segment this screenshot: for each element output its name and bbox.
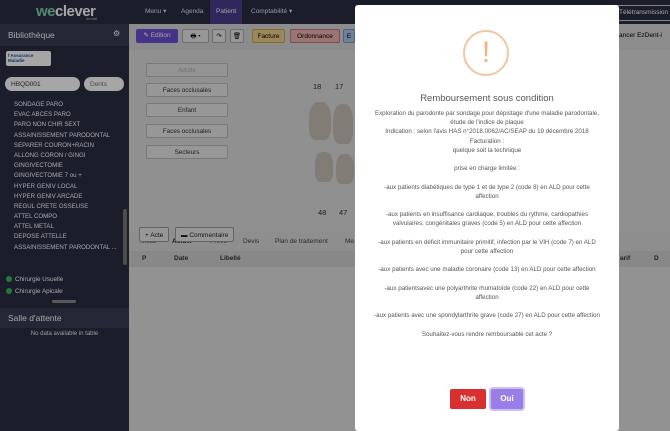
non-button[interactable]: Non bbox=[450, 389, 486, 409]
dialog-body: Exploration du parodonte par sondage pou… bbox=[373, 109, 601, 339]
dialog-line: quelque soit la technique bbox=[452, 146, 522, 154]
dialog-line: Indication : selon l'avis HAS n°2018.006… bbox=[385, 128, 589, 136]
warning-icon: ! bbox=[463, 30, 509, 76]
dialog-spacer bbox=[373, 229, 601, 238]
dialog-line: prise en charge limitée : bbox=[454, 165, 520, 173]
dialog-line: -aux patients diabétiques de type 1 et d… bbox=[384, 183, 590, 200]
dialog-spacer bbox=[373, 321, 601, 330]
dialog-spacer bbox=[373, 201, 601, 210]
dialog-spacer bbox=[373, 275, 601, 284]
dialog-spacer bbox=[373, 302, 601, 311]
dialog-line: -aux patients en insuffisance cardiaque,… bbox=[385, 211, 589, 228]
dialog-question: Souhaitez-vous rendre remboursable cet a… bbox=[421, 330, 553, 338]
reimbursement-dialog: ! Remboursement sous condition Explorati… bbox=[355, 5, 619, 431]
dialog-line: -aux patients en déficit immunitaire pri… bbox=[378, 238, 596, 255]
oui-button[interactable]: Oui bbox=[491, 389, 523, 409]
dialog-title: Remboursement sous condition bbox=[420, 93, 554, 104]
dialog-line: Facturation : bbox=[469, 137, 505, 145]
dialog-spacer bbox=[373, 155, 601, 164]
dialog-spacer bbox=[373, 256, 601, 265]
dialog-spacer bbox=[373, 173, 601, 182]
dialog-line: -aux patients avec une maladie coronaire… bbox=[378, 266, 596, 274]
dialog-line: -aux patientsavec une polyarthrite rhuma… bbox=[384, 284, 590, 301]
dialog-line: -aux patients avec une spondylarthrite g… bbox=[374, 312, 600, 320]
dialog-line: Exploration du parodonte par sondage pou… bbox=[374, 110, 600, 127]
